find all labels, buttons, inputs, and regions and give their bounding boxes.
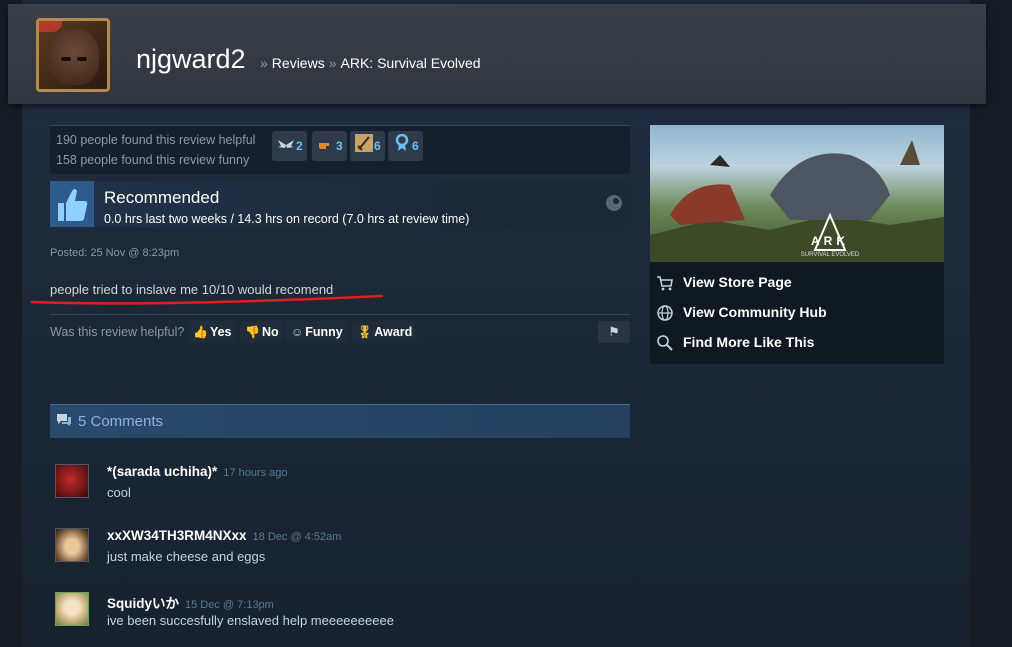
recommendation-title: Recommended <box>104 188 220 207</box>
comment-item: *(sarada uchiha)* 17 hours ago cool <box>55 464 615 504</box>
comment-item: Squidyいか 15 Dec @ 7:13pm ive been succesf… <box>55 592 615 632</box>
username[interactable]: njgward2 <box>136 44 246 75</box>
comment-author-line: xxXW34TH3RM4NXxx 18 Dec @ 4:52am <box>107 528 341 543</box>
sword-icon <box>354 132 374 162</box>
award-count: 6 <box>412 139 419 153</box>
view-store-page-link[interactable]: View Store Page <box>656 271 936 295</box>
commenter-avatar[interactable] <box>55 528 89 562</box>
funny-count-text: 158 people found this review funny <box>56 153 250 167</box>
award-ribbon[interactable]: 6 <box>388 131 423 161</box>
ark-logo-subtitle: SURVIVAL EVOLVED <box>801 252 860 258</box>
award-ribbon-icon: 🎖 <box>357 325 373 339</box>
comment-time: 17 hours ago <box>223 467 288 479</box>
search-icon <box>657 335 673 351</box>
award-count: 6 <box>374 139 381 153</box>
avatar-face <box>49 29 99 85</box>
avatar-eye <box>61 57 71 61</box>
globe-icon <box>657 305 673 321</box>
helpfulness-box: 190 people found this review helpful 158… <box>50 125 630 174</box>
divider <box>50 314 630 315</box>
comment-author-line: *(sarada uchiha)* 17 hours ago <box>107 464 288 479</box>
comments-header: 5 Comments <box>50 404 630 438</box>
breadcrumb-reviews-link[interactable]: Reviews <box>272 55 325 71</box>
award-wings[interactable]: 2 <box>272 131 307 161</box>
comment-time: 18 Dec @ 4:52am <box>252 531 342 543</box>
vote-yes-button[interactable]: 👍 Yes <box>188 321 237 343</box>
ark-logo-text: ARK <box>811 234 849 248</box>
comment-text: cool <box>107 485 131 500</box>
commenter-avatar[interactable] <box>55 592 89 626</box>
view-community-hub-label: View Community Hub <box>683 304 827 320</box>
helpful-question: Was this review helpful? <box>50 325 185 339</box>
wings-icon <box>276 132 296 162</box>
helpful-count-text: 190 people found this review helpful <box>56 133 256 147</box>
comment-author-line: Squidyいか 15 Dec @ 7:13pm <box>107 592 274 612</box>
award-count: 2 <box>296 139 303 153</box>
profile-header: njgward2 » Reviews» ARK: Survival Evolved <box>8 4 986 104</box>
smiley-icon: ☺ <box>291 325 304 339</box>
game-capsule-image[interactable]: ARK SURVIVAL EVOLVED <box>650 125 944 262</box>
vote-funny-button[interactable]: ☺ Funny <box>286 321 348 343</box>
thumbs-up-icon <box>50 181 94 227</box>
breadcrumb-separator: » <box>260 55 268 71</box>
posted-date: Posted: 25 Nov @ 8:23pm <box>50 247 180 259</box>
comment-author[interactable]: *(sarada uchiha)* <box>107 464 217 479</box>
find-more-like-this-label: Find More Like This <box>683 334 815 350</box>
vote-yes-label: Yes <box>209 325 232 339</box>
award-pointing-hand[interactable]: 3 <box>312 131 347 161</box>
view-community-hub-link[interactable]: View Community Hub <box>656 301 936 325</box>
comment-text: ive been succesfully enslaved help meeee… <box>107 613 394 628</box>
find-more-like-this-link[interactable]: Find More Like This <box>656 331 936 355</box>
game-art-illustration: ARK SURVIVAL EVOLVED <box>650 140 944 262</box>
avatar-eye <box>77 57 87 61</box>
vote-funny-label: Funny <box>305 325 343 339</box>
view-store-page-label: View Store Page <box>683 274 792 290</box>
thumbs-down-icon: 👎 <box>245 325 260 339</box>
award-count: 3 <box>336 139 343 153</box>
game-card: ARK SURVIVAL EVOLVED View Store Page Vie… <box>650 125 944 364</box>
breadcrumb: » Reviews» ARK: Survival Evolved <box>256 55 481 71</box>
avatar-frame-decoration <box>39 21 62 32</box>
cart-icon <box>657 276 673 291</box>
commenter-avatar[interactable] <box>55 464 89 498</box>
comment-bubbles-icon <box>57 414 71 426</box>
recommendation-box: Recommended 0.0 hrs last two weeks / 14.… <box>50 181 630 227</box>
comment-time: 15 Dec @ 7:13pm <box>185 599 274 611</box>
ribbon-icon <box>392 132 412 162</box>
thumbs-up-icon: 👍 <box>193 325 208 339</box>
comment-author[interactable]: xxXW34TH3RM4NXxx <box>107 528 247 543</box>
comments-count: 5 Comments <box>78 413 164 430</box>
playtime-text: 0.0 hrs last two weeks / 14.3 hrs on rec… <box>104 212 470 226</box>
steam-icon <box>606 195 622 211</box>
user-avatar[interactable] <box>36 18 110 92</box>
pointing-hand-icon <box>316 132 336 162</box>
award-button[interactable]: 🎖 Award <box>352 321 418 343</box>
breadcrumb-separator: » <box>328 55 337 71</box>
award-label: Award <box>374 325 413 339</box>
award-sword[interactable]: 6 <box>350 131 385 161</box>
report-flag-button[interactable]: ⚑ <box>598 321 630 343</box>
vote-no-label: No <box>261 325 279 339</box>
comment-text: just make cheese and eggs <box>107 549 266 564</box>
vote-no-button[interactable]: 👎 No <box>240 321 284 343</box>
breadcrumb-game-link[interactable]: ARK: Survival Evolved <box>341 55 481 71</box>
comment-item: xxXW34TH3RM4NXxx 18 Dec @ 4:52am just mak… <box>55 528 615 568</box>
comment-author[interactable]: Squidyいか <box>107 596 179 611</box>
red-underline-annotation <box>30 294 384 305</box>
flag-icon: ⚑ <box>608 324 620 339</box>
